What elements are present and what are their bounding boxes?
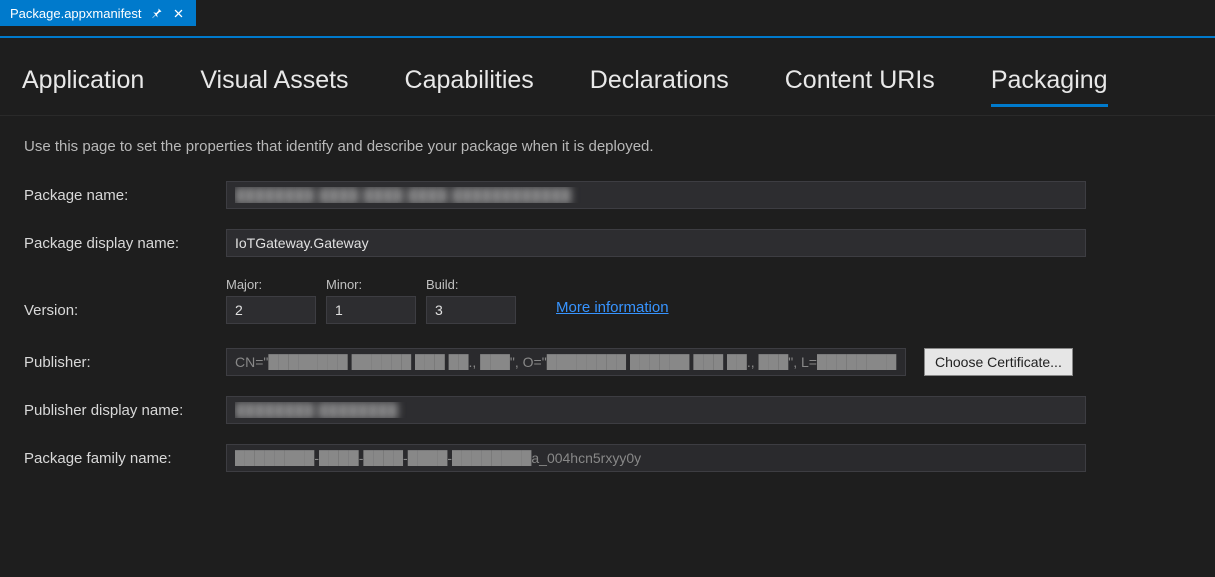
document-tab-title: Package.appxmanifest bbox=[10, 6, 142, 21]
label-package-name: Package name: bbox=[24, 187, 226, 204]
manifest-section-tabs: Application Visual Assets Capabilities D… bbox=[0, 38, 1215, 116]
package-name-input[interactable] bbox=[226, 181, 1086, 209]
publisher-input bbox=[226, 348, 906, 376]
version-group: Major: Minor: Build: More information bbox=[226, 277, 669, 324]
more-information-link[interactable]: More information bbox=[556, 285, 669, 316]
tab-content-uris[interactable]: Content URIs bbox=[785, 66, 935, 105]
packaging-panel: Use this page to set the properties that… bbox=[0, 116, 1215, 514]
tab-application[interactable]: Application bbox=[22, 66, 144, 105]
choose-certificate-button[interactable]: Choose Certificate... bbox=[924, 348, 1073, 376]
document-tab[interactable]: Package.appxmanifest bbox=[0, 0, 196, 26]
label-version: Version: bbox=[24, 302, 226, 324]
version-major-input[interactable] bbox=[226, 296, 316, 324]
label-version-minor: Minor: bbox=[326, 277, 416, 292]
package-family-name-input bbox=[226, 444, 1086, 472]
label-publisher: Publisher: bbox=[24, 354, 226, 371]
tab-packaging[interactable]: Packaging bbox=[991, 66, 1108, 105]
package-display-name-input[interactable] bbox=[226, 229, 1086, 257]
tab-declarations[interactable]: Declarations bbox=[590, 66, 729, 105]
version-build-input[interactable] bbox=[426, 296, 516, 324]
label-package-display-name: Package display name: bbox=[24, 235, 226, 252]
label-publisher-display-name: Publisher display name: bbox=[24, 402, 226, 419]
page-description: Use this page to set the properties that… bbox=[24, 138, 1191, 155]
version-minor-input[interactable] bbox=[326, 296, 416, 324]
label-version-major: Major: bbox=[226, 277, 316, 292]
label-version-build: Build: bbox=[426, 277, 516, 292]
close-icon[interactable] bbox=[172, 6, 186, 20]
label-package-family-name: Package family name: bbox=[24, 450, 226, 467]
document-tab-bar: Package.appxmanifest bbox=[0, 0, 1215, 26]
tab-visual-assets[interactable]: Visual Assets bbox=[200, 66, 348, 105]
tab-capabilities[interactable]: Capabilities bbox=[405, 66, 534, 105]
pin-icon[interactable] bbox=[150, 6, 164, 20]
publisher-display-name-input[interactable] bbox=[226, 396, 1086, 424]
